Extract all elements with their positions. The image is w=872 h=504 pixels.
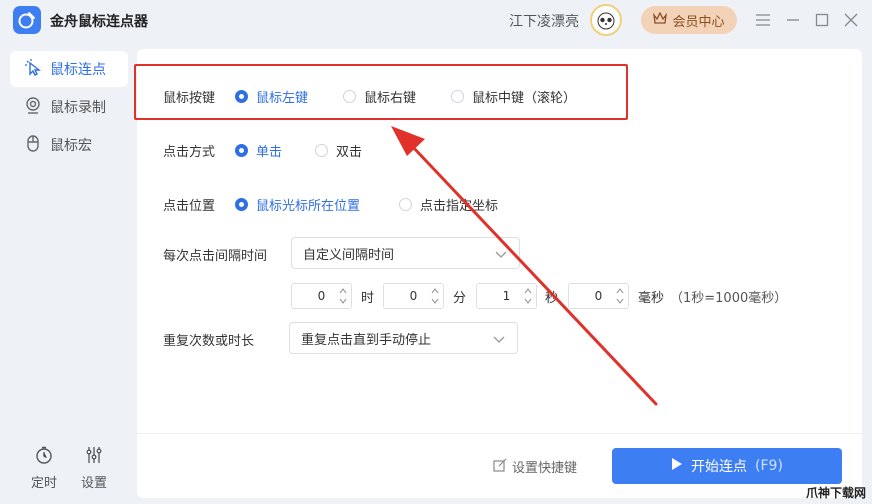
- sidebar-item-record[interactable]: 鼠标录制: [10, 89, 128, 125]
- milliseconds-unit: 毫秒: [638, 291, 665, 306]
- radio-label: 鼠标光标所在位置: [256, 199, 361, 214]
- radio-cursor-position[interactable]: 鼠标光标所在位置: [235, 195, 360, 214]
- play-icon: [671, 457, 683, 475]
- timer-label: 定时: [30, 476, 57, 491]
- sidebar-item-label: 鼠标宏: [50, 138, 92, 154]
- footer-divider: [137, 433, 862, 434]
- stepper-arrows-icon[interactable]: [616, 286, 624, 306]
- radio-specified-coordinate[interactable]: 点击指定坐标: [399, 195, 498, 214]
- settings-button[interactable]: 设置: [74, 446, 114, 491]
- minutes-value: 0: [409, 289, 418, 303]
- milliseconds-stepper[interactable]: 0: [568, 283, 629, 309]
- sidebar-item-label: 鼠标连点: [50, 62, 106, 78]
- sidebar-item-macro[interactable]: 鼠标宏: [10, 127, 128, 163]
- interval-hint: （1秒=1000毫秒）: [670, 291, 788, 306]
- radio-dot: [399, 198, 412, 211]
- sidebar-item-label: 鼠标录制: [50, 100, 106, 116]
- watermark: 爪神下载网: [806, 486, 867, 500]
- hours-value: 0: [317, 289, 326, 303]
- set-shortcut-label: 设置快捷键: [512, 461, 578, 476]
- title-bar: 金舟鼠标连点器 江下凌漂亮 会员中心: [0, 0, 872, 40]
- chevron-down-icon: [493, 333, 505, 348]
- app-title: 金舟鼠标连点器: [50, 14, 148, 30]
- repeat-value: 重复点击直到手动停止: [301, 332, 432, 348]
- milliseconds-value: 0: [594, 289, 603, 303]
- sliders-icon: [85, 446, 103, 468]
- chevron-down-icon: [495, 248, 507, 263]
- minimize-icon[interactable]: [784, 11, 802, 29]
- app-logo-icon: [13, 6, 41, 34]
- radio-single-click[interactable]: 单击: [235, 141, 282, 160]
- radio-dot: [235, 198, 248, 211]
- stepper-arrows-icon[interactable]: [339, 286, 347, 306]
- clock-icon: [35, 446, 53, 468]
- edit-icon: [493, 458, 507, 476]
- radio-label: 双击: [336, 145, 363, 160]
- timer-button[interactable]: 定时: [24, 446, 64, 491]
- settings-label: 设置: [80, 476, 107, 491]
- stepper-arrows-icon[interactable]: [524, 286, 532, 306]
- radio-double-click[interactable]: 双击: [315, 141, 362, 160]
- close-icon[interactable]: [842, 11, 860, 29]
- annotation-highlight-box: [134, 64, 628, 120]
- avatar[interactable]: [590, 4, 622, 36]
- interval-mode-value: 自定义间隔时间: [303, 247, 395, 263]
- seconds-stepper[interactable]: 1: [476, 283, 537, 309]
- user-name[interactable]: 江下凌漂亮: [509, 11, 579, 31]
- interval-label: 每次点击间隔时间: [163, 249, 268, 264]
- vip-center-button[interactable]: 会员中心: [641, 6, 737, 34]
- stepper-arrows-icon[interactable]: [431, 286, 439, 306]
- menu-icon[interactable]: [754, 11, 772, 29]
- minutes-unit: 分: [453, 291, 467, 306]
- interval-mode-select[interactable]: 自定义间隔时间: [291, 237, 520, 269]
- seconds-unit: 秒: [545, 291, 559, 306]
- minutes-stepper[interactable]: 0: [383, 283, 444, 309]
- click-mode-label: 点击方式: [163, 145, 216, 160]
- repeat-select[interactable]: 重复点击直到手动停止: [289, 322, 518, 354]
- hours-unit: 时: [361, 291, 375, 306]
- crown-icon: [653, 11, 668, 28]
- start-click-label: 开始连点: [691, 459, 748, 475]
- start-click-hotkey: (F9): [755, 458, 783, 474]
- mouse-icon: [24, 134, 42, 156]
- repeat-label: 重复次数或时长: [163, 334, 255, 349]
- sidebar-item-auto-click[interactable]: 鼠标连点: [10, 51, 128, 87]
- radio-dot: [315, 144, 328, 157]
- start-click-button[interactable]: 开始连点 (F9): [612, 448, 842, 484]
- click-position-label: 点击位置: [163, 199, 216, 214]
- cursor-click-icon: [24, 58, 42, 80]
- radio-label: 单击: [256, 145, 283, 160]
- set-shortcut-button[interactable]: 设置快捷键: [493, 457, 577, 476]
- radio-label: 点击指定坐标: [420, 199, 499, 214]
- maximize-icon[interactable]: [813, 11, 831, 29]
- hours-stepper[interactable]: 0: [291, 283, 352, 309]
- radio-dot: [235, 144, 248, 157]
- record-icon: [24, 96, 42, 118]
- vip-center-label: 会员中心: [672, 14, 725, 30]
- seconds-value: 1: [502, 289, 511, 303]
